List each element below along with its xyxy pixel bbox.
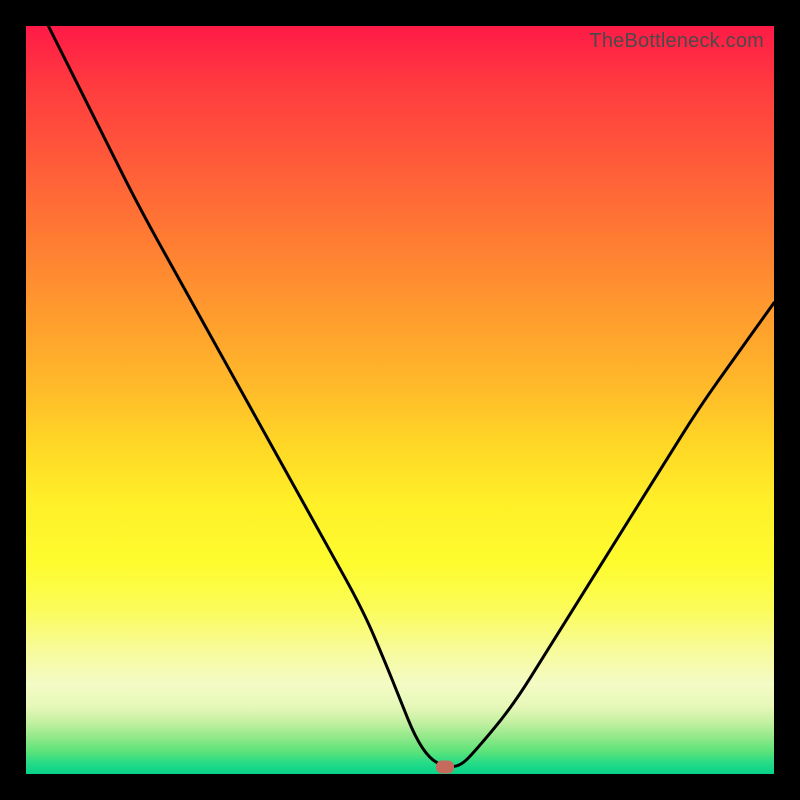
plot-area: TheBottleneck.com — [26, 26, 774, 774]
bottleneck-curve — [48, 26, 774, 767]
minimum-marker — [436, 760, 454, 773]
curve-svg — [26, 26, 774, 774]
chart-container: TheBottleneck.com — [0, 0, 800, 800]
